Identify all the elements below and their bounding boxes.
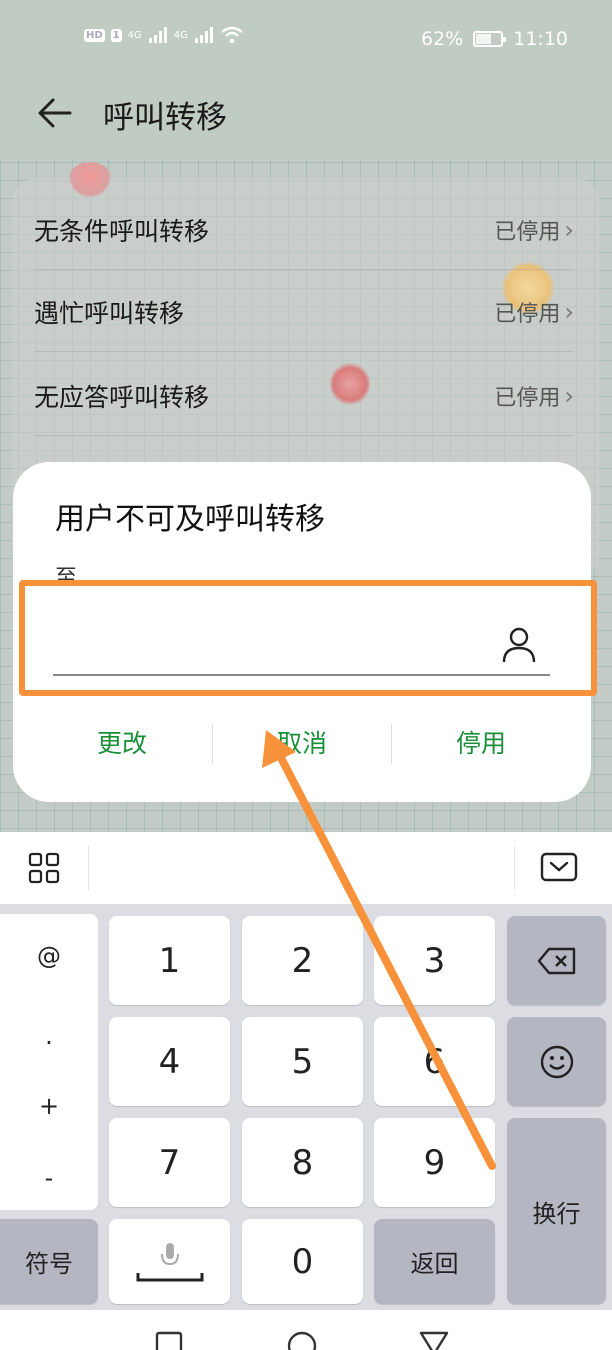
status-text: 已停用 bbox=[494, 301, 561, 327]
battery-fill bbox=[476, 34, 492, 44]
button-divider bbox=[391, 724, 392, 764]
symbol-column: @ . + - bbox=[0, 914, 98, 1210]
enter-key[interactable]: 换行 bbox=[507, 1118, 606, 1304]
keyboard-hide-icon[interactable] bbox=[540, 852, 578, 882]
return-key[interactable]: 返回 bbox=[374, 1219, 495, 1304]
key-5[interactable]: 5 bbox=[242, 1017, 363, 1106]
microphone-icon bbox=[136, 1242, 203, 1281]
row-label: 无应答呼叫转移 bbox=[34, 382, 210, 412]
emoji-key[interactable] bbox=[507, 1017, 606, 1106]
chevron-right-icon: › bbox=[564, 215, 574, 244]
key-3[interactable]: 3 bbox=[374, 916, 495, 1005]
signal-icon bbox=[148, 27, 167, 43]
emoji-icon bbox=[540, 1045, 573, 1078]
status-text: 已停用 bbox=[494, 385, 561, 411]
status-right: 62% 11:10 bbox=[421, 28, 568, 50]
row-status: 已停用 › bbox=[494, 214, 574, 246]
status-text: 已停用 bbox=[494, 219, 561, 245]
key-0[interactable]: 0 bbox=[242, 1219, 363, 1304]
cancel-button[interactable]: 取消 bbox=[227, 724, 377, 760]
key-1[interactable]: 1 bbox=[109, 916, 230, 1005]
toolbar-divider bbox=[88, 846, 89, 890]
voice-input-key[interactable] bbox=[109, 1219, 230, 1304]
settings-row-busy[interactable]: 遇忙呼叫转移 已停用 › bbox=[34, 272, 574, 352]
key-7[interactable]: 7 bbox=[109, 1118, 230, 1207]
dialog-title: 用户不可及呼叫转移 bbox=[55, 502, 325, 537]
row-label: 遇忙呼叫转移 bbox=[34, 298, 185, 328]
status-bar: HD 1 4G 4G 62% 11:10 bbox=[0, 0, 612, 80]
symbol-key-minus[interactable]: - bbox=[0, 1164, 98, 1192]
key-4[interactable]: 4 bbox=[109, 1017, 230, 1106]
symbol-key-plus[interactable]: + bbox=[0, 1092, 98, 1120]
hd-badge: HD bbox=[84, 28, 105, 42]
clock: 11:10 bbox=[513, 28, 568, 50]
backspace-key[interactable] bbox=[507, 916, 606, 1005]
chevron-right-icon: › bbox=[564, 381, 574, 410]
system-navbar bbox=[0, 1310, 612, 1350]
annotation-highlight-box bbox=[19, 580, 597, 696]
row-status: 已停用 › bbox=[494, 380, 574, 412]
signal-icon bbox=[194, 27, 213, 43]
wifi-icon bbox=[221, 26, 243, 44]
back-arrow-icon[interactable] bbox=[36, 94, 76, 132]
battery-percent: 62% bbox=[421, 28, 464, 50]
row-status: 已停用 › bbox=[494, 296, 574, 328]
disable-button[interactable]: 停用 bbox=[406, 724, 556, 760]
square-icon[interactable] bbox=[154, 1330, 184, 1350]
key-8[interactable]: 8 bbox=[242, 1118, 363, 1207]
circle-icon[interactable] bbox=[286, 1330, 318, 1350]
key-9[interactable]: 9 bbox=[374, 1118, 495, 1207]
backspace-icon bbox=[537, 947, 575, 974]
settings-row-no-answer[interactable]: 无应答呼叫转移 已停用 › bbox=[34, 356, 574, 436]
chevron-right-icon: › bbox=[564, 297, 574, 326]
net-type-1: 4G bbox=[127, 29, 142, 41]
key-2[interactable]: 2 bbox=[242, 916, 363, 1005]
numeric-keyboard: @ . + - 1 2 3 4 5 6 7 8 9 换行 符号 0 返回 bbox=[0, 904, 612, 1310]
change-button[interactable]: 更改 bbox=[47, 724, 197, 760]
symbol-mode-key[interactable]: 符号 bbox=[0, 1219, 98, 1304]
settings-row-unconditional[interactable]: 无条件呼叫转移 已停用 › bbox=[34, 190, 574, 270]
triangle-icon[interactable] bbox=[418, 1330, 450, 1350]
status-left: HD 1 4G 4G bbox=[84, 26, 244, 44]
button-divider bbox=[212, 724, 213, 764]
key-6[interactable]: 6 bbox=[374, 1017, 495, 1106]
symbol-key-dot[interactable]: . bbox=[0, 1022, 98, 1050]
net-type-2: 4G bbox=[173, 29, 188, 41]
grid-icon[interactable] bbox=[28, 852, 60, 884]
toolbar-divider bbox=[514, 846, 515, 890]
keyboard-toolbar bbox=[0, 832, 612, 904]
row-label: 无条件呼叫转移 bbox=[34, 216, 210, 246]
symbol-key-at[interactable]: @ bbox=[0, 942, 98, 970]
page-title: 呼叫转移 bbox=[103, 100, 227, 136]
battery-icon bbox=[473, 31, 507, 47]
sim-slot-badge: 1 bbox=[110, 28, 122, 42]
